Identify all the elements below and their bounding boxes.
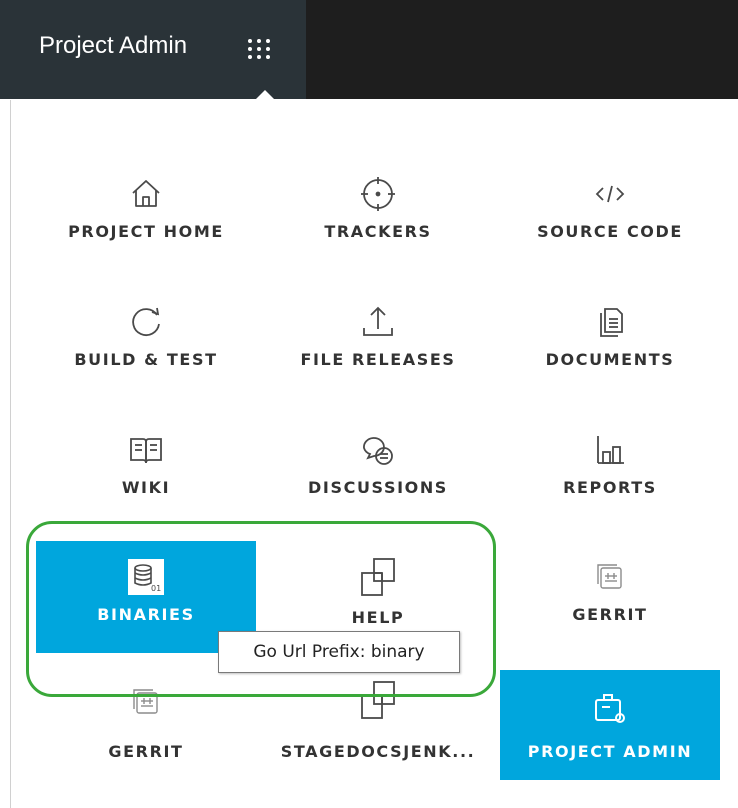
tile-label: STAGEDOCSJENK... — [280, 742, 476, 761]
tile-label: DISCUSSIONS — [308, 478, 448, 497]
tile-label: DOCUMENTS — [545, 350, 675, 369]
go-url-tooltip: Go Url Prefix: binary — [218, 631, 460, 673]
home-icon — [36, 174, 256, 214]
tile-label: FILE RELEASES — [300, 350, 456, 369]
chat-bubbles-icon — [268, 430, 488, 470]
gerrit-icon — [500, 557, 720, 597]
menu-title: Project Admin — [39, 32, 188, 59]
svg-text:01: 01 — [151, 584, 161, 593]
tile-project-admin[interactable]: PROJECT ADMIN — [500, 670, 720, 780]
tile-wiki[interactable]: WIKI — [36, 414, 256, 526]
tile-label: PROJECT HOME — [68, 222, 224, 241]
tile-label: HELP — [351, 608, 405, 627]
squares-link-icon — [268, 557, 488, 597]
tile-source-code[interactable]: SOURCE CODE — [500, 158, 720, 270]
briefcase-icon — [500, 688, 720, 728]
tile-label: SOURCE CODE — [537, 222, 683, 241]
code-icon — [500, 174, 720, 214]
refresh-icon — [36, 302, 256, 342]
tile-reports[interactable]: REPORTS — [500, 414, 720, 526]
squares-link-icon — [268, 680, 488, 720]
project-admin-menu-toggle[interactable]: Project Admin — [0, 0, 306, 99]
tile-stagedocsjenk[interactable]: STAGEDOCSJENK... — [268, 670, 488, 782]
tile-discussions[interactable]: DISCUSSIONS — [268, 414, 488, 526]
tile-gerrit[interactable]: GERRIT — [36, 670, 256, 782]
tile-project-home[interactable]: PROJECT HOME — [36, 158, 256, 270]
tile-file-releases[interactable]: FILE RELEASES — [268, 286, 488, 398]
database-icon: 01 — [36, 557, 256, 597]
tile-build-test[interactable]: BUILD & TEST — [36, 286, 256, 398]
tile-label: TRACKERS — [324, 222, 432, 241]
tile-label: GERRIT — [108, 742, 184, 761]
tile-trackers[interactable]: TRACKERS — [268, 158, 488, 270]
tile-label: PROJECT ADMIN — [527, 742, 693, 761]
top-bar: Project Admin — [0, 0, 738, 99]
tile-label: WIKI — [121, 478, 171, 497]
gerrit-icon — [36, 682, 256, 722]
crosshair-icon — [268, 174, 488, 214]
bar-chart-icon — [500, 430, 720, 470]
book-icon — [36, 430, 256, 470]
tile-label: BINARIES — [97, 605, 195, 624]
tile-documents[interactable]: DOCUMENTS — [500, 286, 720, 398]
tile-label: REPORTS — [563, 478, 657, 497]
app-grid-icon — [246, 38, 272, 65]
tile-label: BUILD & TEST — [74, 350, 218, 369]
documents-icon — [500, 302, 720, 342]
tile-label: GERRIT — [572, 605, 648, 624]
tile-gerrit[interactable]: GERRIT — [500, 541, 720, 653]
upload-icon — [268, 302, 488, 342]
